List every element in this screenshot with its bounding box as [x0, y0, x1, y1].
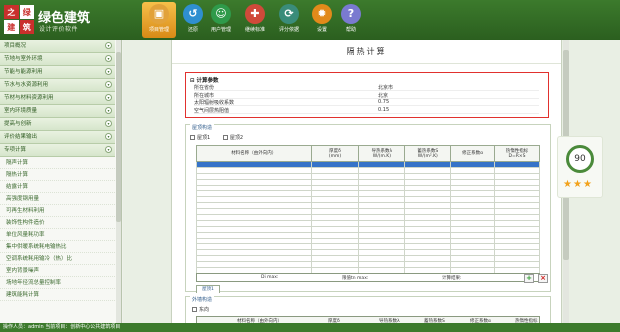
score-value: 90 [566, 145, 594, 173]
calc-param-row: 太阳辐射吸收系数 0.75 [194, 99, 539, 106]
di-max-label: Di max: [261, 275, 279, 280]
toolbar-help-button[interactable]: ? 帮助 [334, 2, 368, 38]
sidebar-section[interactable]: 节材与材料资源利用 ▾ [0, 92, 115, 105]
sidebar-section[interactable]: 节能与能源利用 ▾ [0, 66, 115, 79]
param-label: 空气间层热阻值 [194, 107, 230, 114]
sidebar-section[interactable]: 提高与创新 ▾ [0, 118, 115, 131]
column-header: 修正系数α [450, 145, 496, 162]
gear-icon: ✹ [312, 4, 332, 24]
help-icon: ? [341, 4, 361, 24]
param-value: 北京市 [378, 85, 394, 91]
calc-param-row: 所在省份 北京市 [194, 84, 539, 91]
calc-result-label: 计算结果: [442, 276, 462, 281]
sidebar-item[interactable]: 单位风量耗功率 [0, 229, 115, 241]
calc-params-box: ⊟ 计算参数 所在省份 北京市所在城市 北京太阳辐射吸收系数 0.75 空气间层热阻值 0… [185, 72, 549, 118]
folder-icon: ▣ [149, 4, 169, 24]
param-label: 所在省份 [194, 85, 215, 91]
star-icon: ★ [582, 179, 593, 190]
tab-roof1[interactable]: 屋顶1 [196, 285, 220, 293]
sidebar-item[interactable]: 室内背景噪声 [0, 265, 115, 277]
chevron-down-icon: ▾ [105, 107, 112, 114]
sidebar-item[interactable]: 空调系统耗用输冷（热）比 [0, 253, 115, 265]
toolbar-folder-button[interactable]: ▣ 项目管理 [142, 2, 176, 38]
restore-icon: ↺ [183, 4, 203, 24]
sidebar-item[interactable]: 可再生材料利用 [0, 205, 115, 217]
star-icon: ★ [563, 179, 573, 190]
sidebar-section[interactable]: 评价结果输出 ▾ [0, 131, 115, 144]
main-area: 隔热计算 ⊟ 计算参数 所在省份 北京市所在城市 北京太阳辐射吸收系数 0.75 空气间… [123, 40, 620, 332]
column-header: 材料名称（由外向内） [196, 145, 312, 162]
param-value: 0.15 [378, 106, 390, 113]
sidebar: 项目概况 ▾ 节地与室外环境 ▾ 节能与能源利用 ▾ 节水与水资源利用 ▾ 节材与材料资源利用 ▾… [0, 40, 122, 323]
refresh-icon: ⟳ [279, 4, 299, 24]
roof2-checkbox[interactable]: 屋顶2 [222, 135, 243, 141]
sidebar-item[interactable]: 结露计算 [0, 181, 115, 193]
app-subtitle: 设计评价软件 [39, 26, 79, 33]
sidebar-section[interactable]: 节地与室外环境 ▾ [0, 53, 115, 66]
sidebar-item[interactable]: 场地年径流总量控制率 [0, 277, 115, 289]
chevron-down-icon: ▾ [105, 42, 112, 49]
user-icon: ☺ [211, 4, 231, 24]
toolbar-label: 评分依据 [278, 27, 299, 33]
sidebar-item[interactable]: 高强度钢用量 [0, 193, 115, 205]
chevron-down-icon: ▾ [105, 68, 112, 75]
column-header: 热惰性指标 D=R×S [494, 145, 540, 162]
app-logo: 之绿建筑 [4, 5, 34, 34]
sidebar-section[interactable]: 项目概况 ▾ [0, 40, 115, 53]
sidebar-section[interactable]: 专项计算 ▾ [0, 144, 115, 157]
roof-layers-table: 材料名称（由外向内） 厚度δ (mm) 导热系数λ W/(m.K) 蓄热系数S W/(… [196, 145, 540, 274]
east-checkbox[interactable]: 东向 [192, 306, 209, 313]
param-label: 所在城市 [194, 92, 215, 99]
toolbar-label: 设置 [316, 27, 327, 33]
roof-group: 屋顶构造 屋顶1 屋顶2 材料名称（由外向内） 厚度δ (mm) 导热系数λ W/(… [185, 124, 551, 293]
calc-param-row: 空气间层热阻值 0.15 [194, 107, 539, 114]
roof-checkboxes: 屋顶1 屋顶2 [190, 134, 243, 141]
star-icon: ★ [572, 179, 583, 190]
sidebar-section[interactable]: 节水与水资源利用 ▾ [0, 79, 115, 92]
add-row-button[interactable]: + [524, 274, 534, 283]
sidebar-item[interactable]: 集中供暖系统耗电输热比 [0, 241, 115, 253]
chevron-down-icon: ▾ [105, 55, 112, 62]
toolbar-user-button[interactable]: ☺ 用户管理 [204, 2, 238, 38]
standard-icon: ✚ [245, 4, 265, 24]
param-label: 太阳辐射吸收系数 [194, 100, 235, 106]
chevron-down-icon: ▾ [105, 94, 112, 101]
sidebar-section[interactable]: 室内环境质量 ▾ [0, 105, 115, 118]
score-card: 90 ★★★ [557, 136, 603, 198]
toolbar-label: 项目管理 [148, 27, 169, 33]
sidebar-item[interactable]: 装饰性构件造价 [0, 217, 115, 229]
chevron-down-icon: ▾ [105, 120, 112, 127]
column-header: 导热系数λ W/(m.K) [358, 145, 406, 162]
wall-group-title: 外墙构造 [190, 296, 215, 303]
calc-param-row: 所在城市 北京 [194, 92, 539, 99]
toolbar-refresh-button[interactable]: ⟳ 评分依据 [272, 2, 306, 38]
column-header: 蓄热系数S W/(m².K) [404, 145, 452, 162]
rating-stars: ★★★ [563, 179, 601, 190]
sidebar-scrollbar[interactable] [116, 40, 121, 323]
toolbar-standard-button[interactable]: ✚ 继续标准 [238, 2, 272, 38]
toolbar-label: 用户管理 [210, 27, 231, 33]
chevron-down-icon: ▾ [105, 133, 112, 140]
roof1-checkbox[interactable]: 屋顶1 [190, 135, 210, 141]
toolbar-label: 还原 [187, 27, 198, 33]
column-header: 厚度δ (mm) [310, 145, 360, 162]
calc-params-heading[interactable]: ⊟ 计算参数 [190, 76, 219, 84]
toolbar-label: 帮助 [345, 27, 356, 33]
delete-row-button[interactable]: × [538, 274, 548, 283]
param-value: 0.75 [378, 99, 390, 105]
sidebar-item[interactable]: 建筑能耗计算 [0, 289, 115, 301]
roof-group-title: 屋顶构造 [190, 124, 215, 131]
status-bar: 操作人员：admin 当前项目：创新中心公共建筑项目 [0, 323, 620, 332]
page-title: 隔热计算 [172, 40, 561, 64]
sidebar-item[interactable]: 隔热计算 [0, 169, 115, 181]
sidebar-item[interactable]: 隔声计算 [0, 157, 115, 169]
roof-table-footer: Di max: 限值tn max: 计算结果: [196, 273, 540, 282]
chevron-down-icon: ▾ [105, 81, 112, 88]
tn-max-label: 限值tn max: [342, 276, 369, 281]
toolbar-label: 继续标准 [244, 27, 265, 33]
calc-panel: 隔热计算 ⊟ 计算参数 所在省份 北京市所在城市 北京太阳辐射吸收系数 0.75 空气间… [171, 40, 562, 332]
param-value: 北京 [378, 92, 389, 99]
chevron-down-icon: ▾ [105, 146, 112, 153]
